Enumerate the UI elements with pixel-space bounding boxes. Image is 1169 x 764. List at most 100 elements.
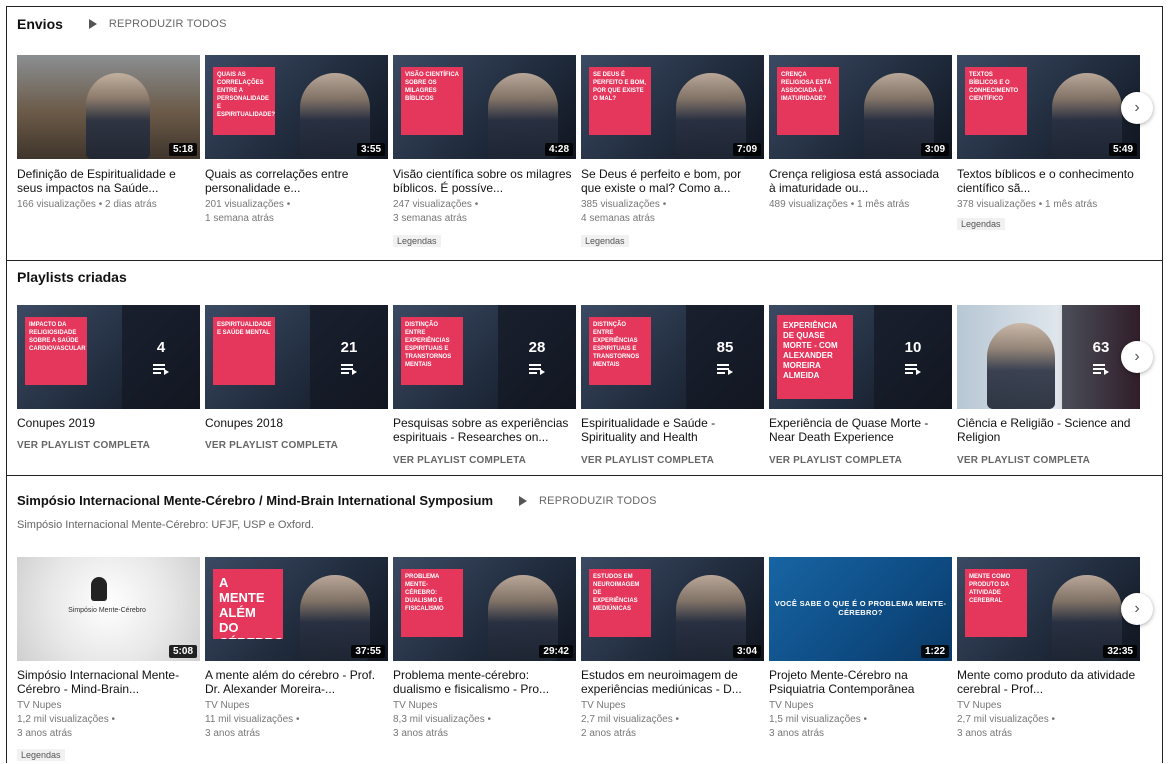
video-thumbnail[interactable]: VISÃO CIENTÍFICA SOBRE OS MILAGRES BÍBLI… <box>393 55 576 159</box>
thumbnail-caption: VISÃO CIENTÍFICA SOBRE OS MILAGRES BÍBLI… <box>401 67 463 135</box>
view-full-playlist-link[interactable]: VER PLAYLIST COMPLETA <box>769 455 902 466</box>
video-title[interactable]: Se Deus é perfeito e bom, por que existe… <box>581 167 761 195</box>
view-full-playlist-link[interactable]: VER PLAYLIST COMPLETA <box>393 455 526 466</box>
thumbnail-caption: TEXTOS BÍBLICOS E O CONHECIMENTO CIENTÍF… <box>965 67 1027 135</box>
chevron-right-icon: › <box>1134 99 1140 116</box>
channel-name[interactable]: TV Nupes <box>17 700 61 711</box>
video-thumbnail[interactable]: MENTE COMO PRODUTO DA ATIVIDADE CEREBRAL… <box>957 557 1140 661</box>
view-count: 8,3 mil visualizações <box>393 714 485 725</box>
playlist-icon <box>341 364 357 375</box>
duration-badge: 5:18 <box>168 143 197 156</box>
playlist-overlay: 21 <box>310 305 388 409</box>
view-full-playlist-link[interactable]: VER PLAYLIST COMPLETA <box>957 455 1090 466</box>
channel-name[interactable]: TV Nupes <box>769 700 813 711</box>
playlist-icon <box>717 364 733 375</box>
video-thumbnail[interactable]: VOCÊ SABE O QUE É O PROBLEMA MENTE-CÉREB… <box>769 557 952 661</box>
channel-name[interactable]: TV Nupes <box>581 700 625 711</box>
captions-badge: Legendas <box>17 749 65 761</box>
video-thumbnail[interactable]: A MENTE ALÉM DO CÉREBRO 37:55 <box>205 557 388 661</box>
view-full-playlist-link[interactable]: VER PLAYLIST COMPLETA <box>205 440 338 451</box>
view-count: 2,7 mil visualizações <box>957 714 1049 725</box>
video-thumbnail[interactable]: PROBLEMA MENTE-CÉREBRO: DUALISMO E FISIC… <box>393 557 576 661</box>
channel-name[interactable]: TV Nupes <box>205 700 249 711</box>
playlist-title[interactable]: Ciência e Religião - Science and Religio… <box>957 416 1137 444</box>
video-thumbnail[interactable]: SE DEUS É PERFEITO E BOM, POR QUE EXISTE… <box>581 55 764 159</box>
symposium-description: Simpósio Internacional Mente-Cérebro: UF… <box>17 519 314 531</box>
view-full-playlist-link[interactable]: VER PLAYLIST COMPLETA <box>17 440 150 451</box>
video-meta: 166 visualizações • 2 dias atrás <box>17 199 157 210</box>
playlist-count: 21 <box>340 339 358 356</box>
symposium-play-all-button[interactable]: REPRODUZIR TODOS <box>519 495 657 507</box>
playlist-thumbnail[interactable]: 63 <box>957 305 1140 409</box>
video-title[interactable]: Textos bíblicos e o conhecimento científ… <box>957 167 1137 195</box>
channel-name[interactable]: TV Nupes <box>957 700 1001 711</box>
thumbnail-caption: A MENTE ALÉM DO CÉREBRO <box>213 569 283 639</box>
playlists-header: Playlists criadas <box>17 269 127 285</box>
video-title[interactable]: Projeto Mente-Cérebro na Psiquiatria Con… <box>769 668 949 696</box>
video-title[interactable]: Visão científica sobre os milagres bíbli… <box>393 167 573 195</box>
video-title[interactable]: Crença religiosa está associada à imatur… <box>769 167 949 195</box>
video-title[interactable]: Mente como produto da atividade cerebral… <box>957 668 1137 696</box>
thumbnail-caption: QUAIS AS CORRELAÇÕES ENTRE A PERSONALIDA… <box>213 67 275 135</box>
video-title[interactable]: A mente além do cérebro - Prof. Dr. Alex… <box>205 668 385 696</box>
video-title[interactable]: Simpósio Internacional Mente-Cérebro - M… <box>17 668 197 696</box>
video-thumbnail[interactable]: Simpósio Mente-Cérebro 5:08 <box>17 557 200 661</box>
playlist-thumbnail[interactable]: ESPIRITUALIDADE E SAÚDE MENTAL 21 <box>205 305 388 409</box>
playlist-icon <box>905 364 921 375</box>
next-arrow-button[interactable]: › <box>1121 92 1153 124</box>
view-count: 201 visualizações <box>205 199 284 210</box>
chevron-right-icon: › <box>1134 348 1140 365</box>
view-count: 2,7 mil visualizações <box>581 714 673 725</box>
thumbnail-caption: PROBLEMA MENTE-CÉREBRO: DUALISMO E FISIC… <box>401 569 463 637</box>
video-title[interactable]: Quais as correlações entre personalidade… <box>205 167 385 195</box>
video-meta: TV Nupes 1,5 mil visualizações • 3 anos at… <box>769 700 867 739</box>
channel-name[interactable]: TV Nupes <box>393 700 437 711</box>
duration-badge: 29:42 <box>539 645 573 658</box>
playlist-thumbnail[interactable]: EXPERIÊNCIA DE QUASE MORTE - COM ALEXAND… <box>769 305 952 409</box>
playlist-overlay: 85 <box>686 305 764 409</box>
speaker-image <box>86 73 150 159</box>
playlist-title[interactable]: Conupes 2018 <box>205 416 385 430</box>
playlist-icon <box>1093 364 1109 375</box>
video-thumbnail[interactable]: QUAIS AS CORRELAÇÕES ENTRE A PERSONALIDA… <box>205 55 388 159</box>
uploads-play-all-button[interactable]: REPRODUZIR TODOS <box>88 18 227 30</box>
duration-badge: 3:04 <box>732 645 761 658</box>
view-count: 378 visualizações <box>957 199 1036 210</box>
video-title[interactable]: Estudos em neuroimagem de experiências m… <box>581 668 761 696</box>
next-arrow-button[interactable]: › <box>1121 341 1153 373</box>
next-arrow-button[interactable]: › <box>1121 593 1153 625</box>
duration-badge: 7:09 <box>732 143 761 156</box>
playlist-overlay: 10 <box>874 305 952 409</box>
playlist-icon <box>529 364 545 375</box>
thumbnail-caption: EXPERIÊNCIA DE QUASE MORTE - COM ALEXAND… <box>777 315 853 399</box>
video-title[interactable]: Problema mente-cérebro: dualismo e fisic… <box>393 668 573 696</box>
speaker-image <box>987 323 1055 409</box>
video-thumbnail[interactable]: TEXTOS BÍBLICOS E O CONHECIMENTO CIENTÍF… <box>957 55 1140 159</box>
duration-badge: 4:28 <box>544 143 573 156</box>
symposium-title[interactable]: Simpósio Internacional Mente-Cérebro / M… <box>17 493 493 508</box>
play-icon <box>519 495 528 506</box>
playlists-title[interactable]: Playlists criadas <box>17 269 127 285</box>
video-thumbnail[interactable]: 5:18 <box>17 55 200 159</box>
playlist-thumbnail[interactable]: DISTINÇÃO ENTRE EXPERIÊNCIAS ESPIRITUAIS… <box>393 305 576 409</box>
video-thumbnail[interactable]: CRENÇA RELIGIOSA ESTÁ ASSOCIADA À IMATUR… <box>769 55 952 159</box>
thumbnail-caption: DISTINÇÃO ENTRE EXPERIÊNCIAS ESPIRITUAIS… <box>401 317 463 385</box>
view-full-playlist-link[interactable]: VER PLAYLIST COMPLETA <box>581 455 714 466</box>
thumbnail-caption: IMPACTO DA RELIGIOSIDADE SOBRE A SAÚDE C… <box>25 317 87 385</box>
playlist-count: 4 <box>156 339 166 356</box>
playlist-title[interactable]: Conupes 2019 <box>17 416 197 430</box>
playlist-title[interactable]: Espiritualidade e Saúde - Spirituality a… <box>581 416 761 444</box>
upload-age: 1 semana atrás <box>205 213 274 224</box>
video-title[interactable]: Definição de Espiritualidade e seus impa… <box>17 167 197 195</box>
playlist-title[interactable]: Pesquisas sobre as experiências espiritu… <box>393 416 573 444</box>
video-meta: 489 visualizações • 1 mês atrás <box>769 199 910 210</box>
symposium-logo <box>91 577 107 601</box>
video-thumbnail[interactable]: ESTUDOS EM NEUROIMAGEM DE EXPERIÊNCIAS M… <box>581 557 764 661</box>
view-count: 489 visualizações <box>769 199 848 210</box>
uploads-title[interactable]: Envios <box>17 16 63 32</box>
upload-age: 2 anos atrás <box>581 728 637 739</box>
playlist-thumbnail[interactable]: DISTINÇÃO ENTRE EXPERIÊNCIAS ESPIRITUAIS… <box>581 305 764 409</box>
playlist-thumbnail[interactable]: IMPACTO DA RELIGIOSIDADE SOBRE A SAÚDE C… <box>17 305 200 409</box>
playlist-title[interactable]: Experiência de Quase Morte - Near Death … <box>769 416 949 444</box>
playlist-overlay: 28 <box>498 305 576 409</box>
